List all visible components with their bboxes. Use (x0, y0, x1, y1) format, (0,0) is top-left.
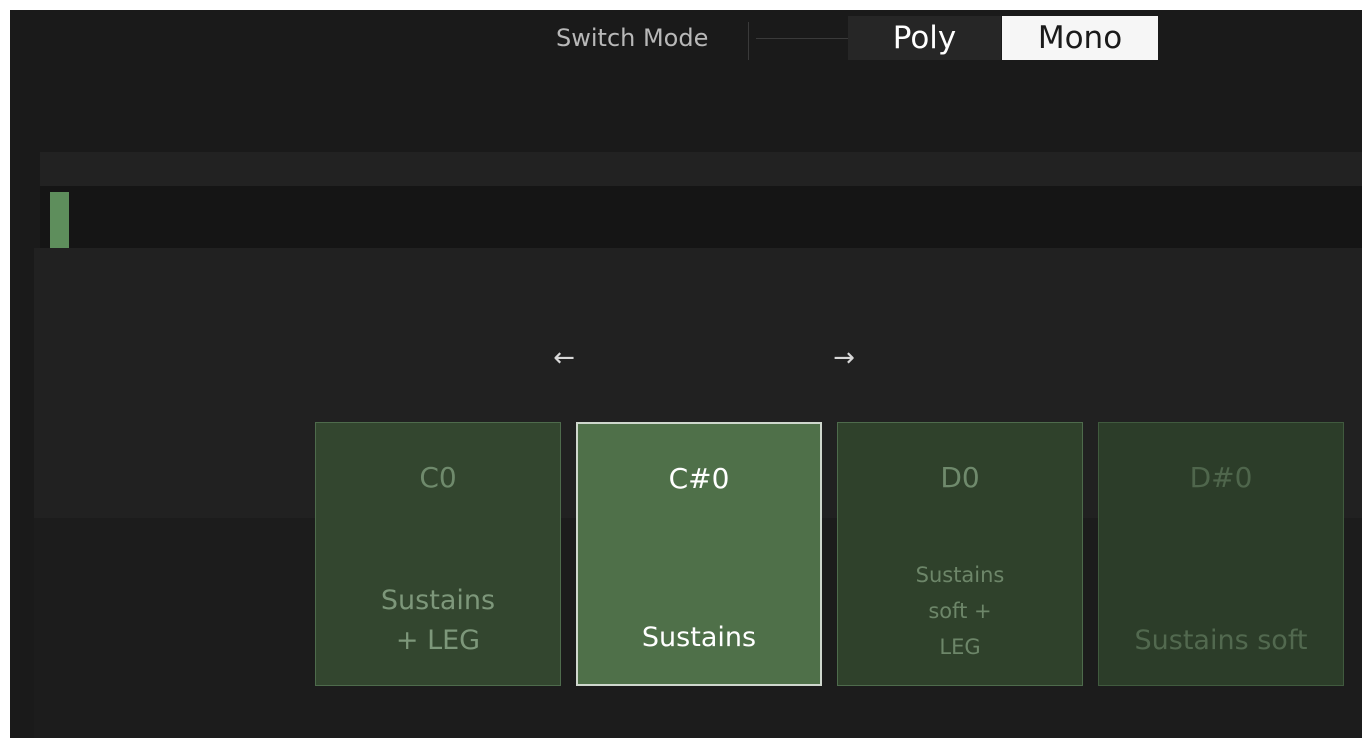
switch-mode-connector-line (756, 38, 848, 39)
articulation-card-c0[interactable]: C0 Sustains + LEG (315, 422, 561, 686)
switch-mode-divider (748, 22, 749, 60)
articulation-panel: ← → C0 Sustains + LEG C#0 Sustains D0 Su… (34, 248, 1362, 738)
articulation-card-d-sharp-0[interactable]: D#0 Sustains soft (1098, 422, 1344, 686)
active-indicator (50, 192, 69, 248)
articulation-label: Sustains + LEG (316, 581, 560, 661)
articulation-label: Sustains (578, 618, 820, 658)
articulation-switch-panel: Switch Mode Poly Mono ← → C0 Sustains + … (10, 10, 1362, 738)
articulation-key: C0 (419, 461, 457, 494)
arrow-left-icon[interactable]: ← (544, 342, 584, 374)
switch-mode-label: Switch Mode (556, 24, 709, 52)
activity-strip (40, 186, 1362, 248)
articulation-label-line: Sustains (641, 622, 757, 653)
articulation-label-line: LEG (939, 635, 981, 659)
articulation-label-line: Sustains (915, 563, 1005, 587)
poly-mode-button[interactable]: Poly (848, 16, 1001, 60)
articulation-card-c-sharp-0[interactable]: C#0 Sustains (576, 422, 822, 686)
articulation-label-line: Sustains soft (1134, 625, 1308, 656)
articulation-label: Sustains soft + LEG (838, 557, 1082, 665)
articulation-label-line: soft + (928, 599, 992, 623)
mono-mode-button[interactable]: Mono (1002, 16, 1158, 60)
articulation-key: C#0 (668, 462, 730, 495)
arrow-right-icon[interactable]: → (824, 342, 864, 374)
articulation-label-line: Sustains (380, 585, 496, 616)
articulation-label: Sustains soft (1099, 621, 1343, 661)
articulation-label-line: + LEG (395, 625, 481, 656)
articulation-key: D0 (940, 461, 980, 494)
header-strip (40, 152, 1362, 186)
articulation-key: D#0 (1189, 461, 1253, 494)
articulation-card-d0[interactable]: D0 Sustains soft + LEG (837, 422, 1083, 686)
